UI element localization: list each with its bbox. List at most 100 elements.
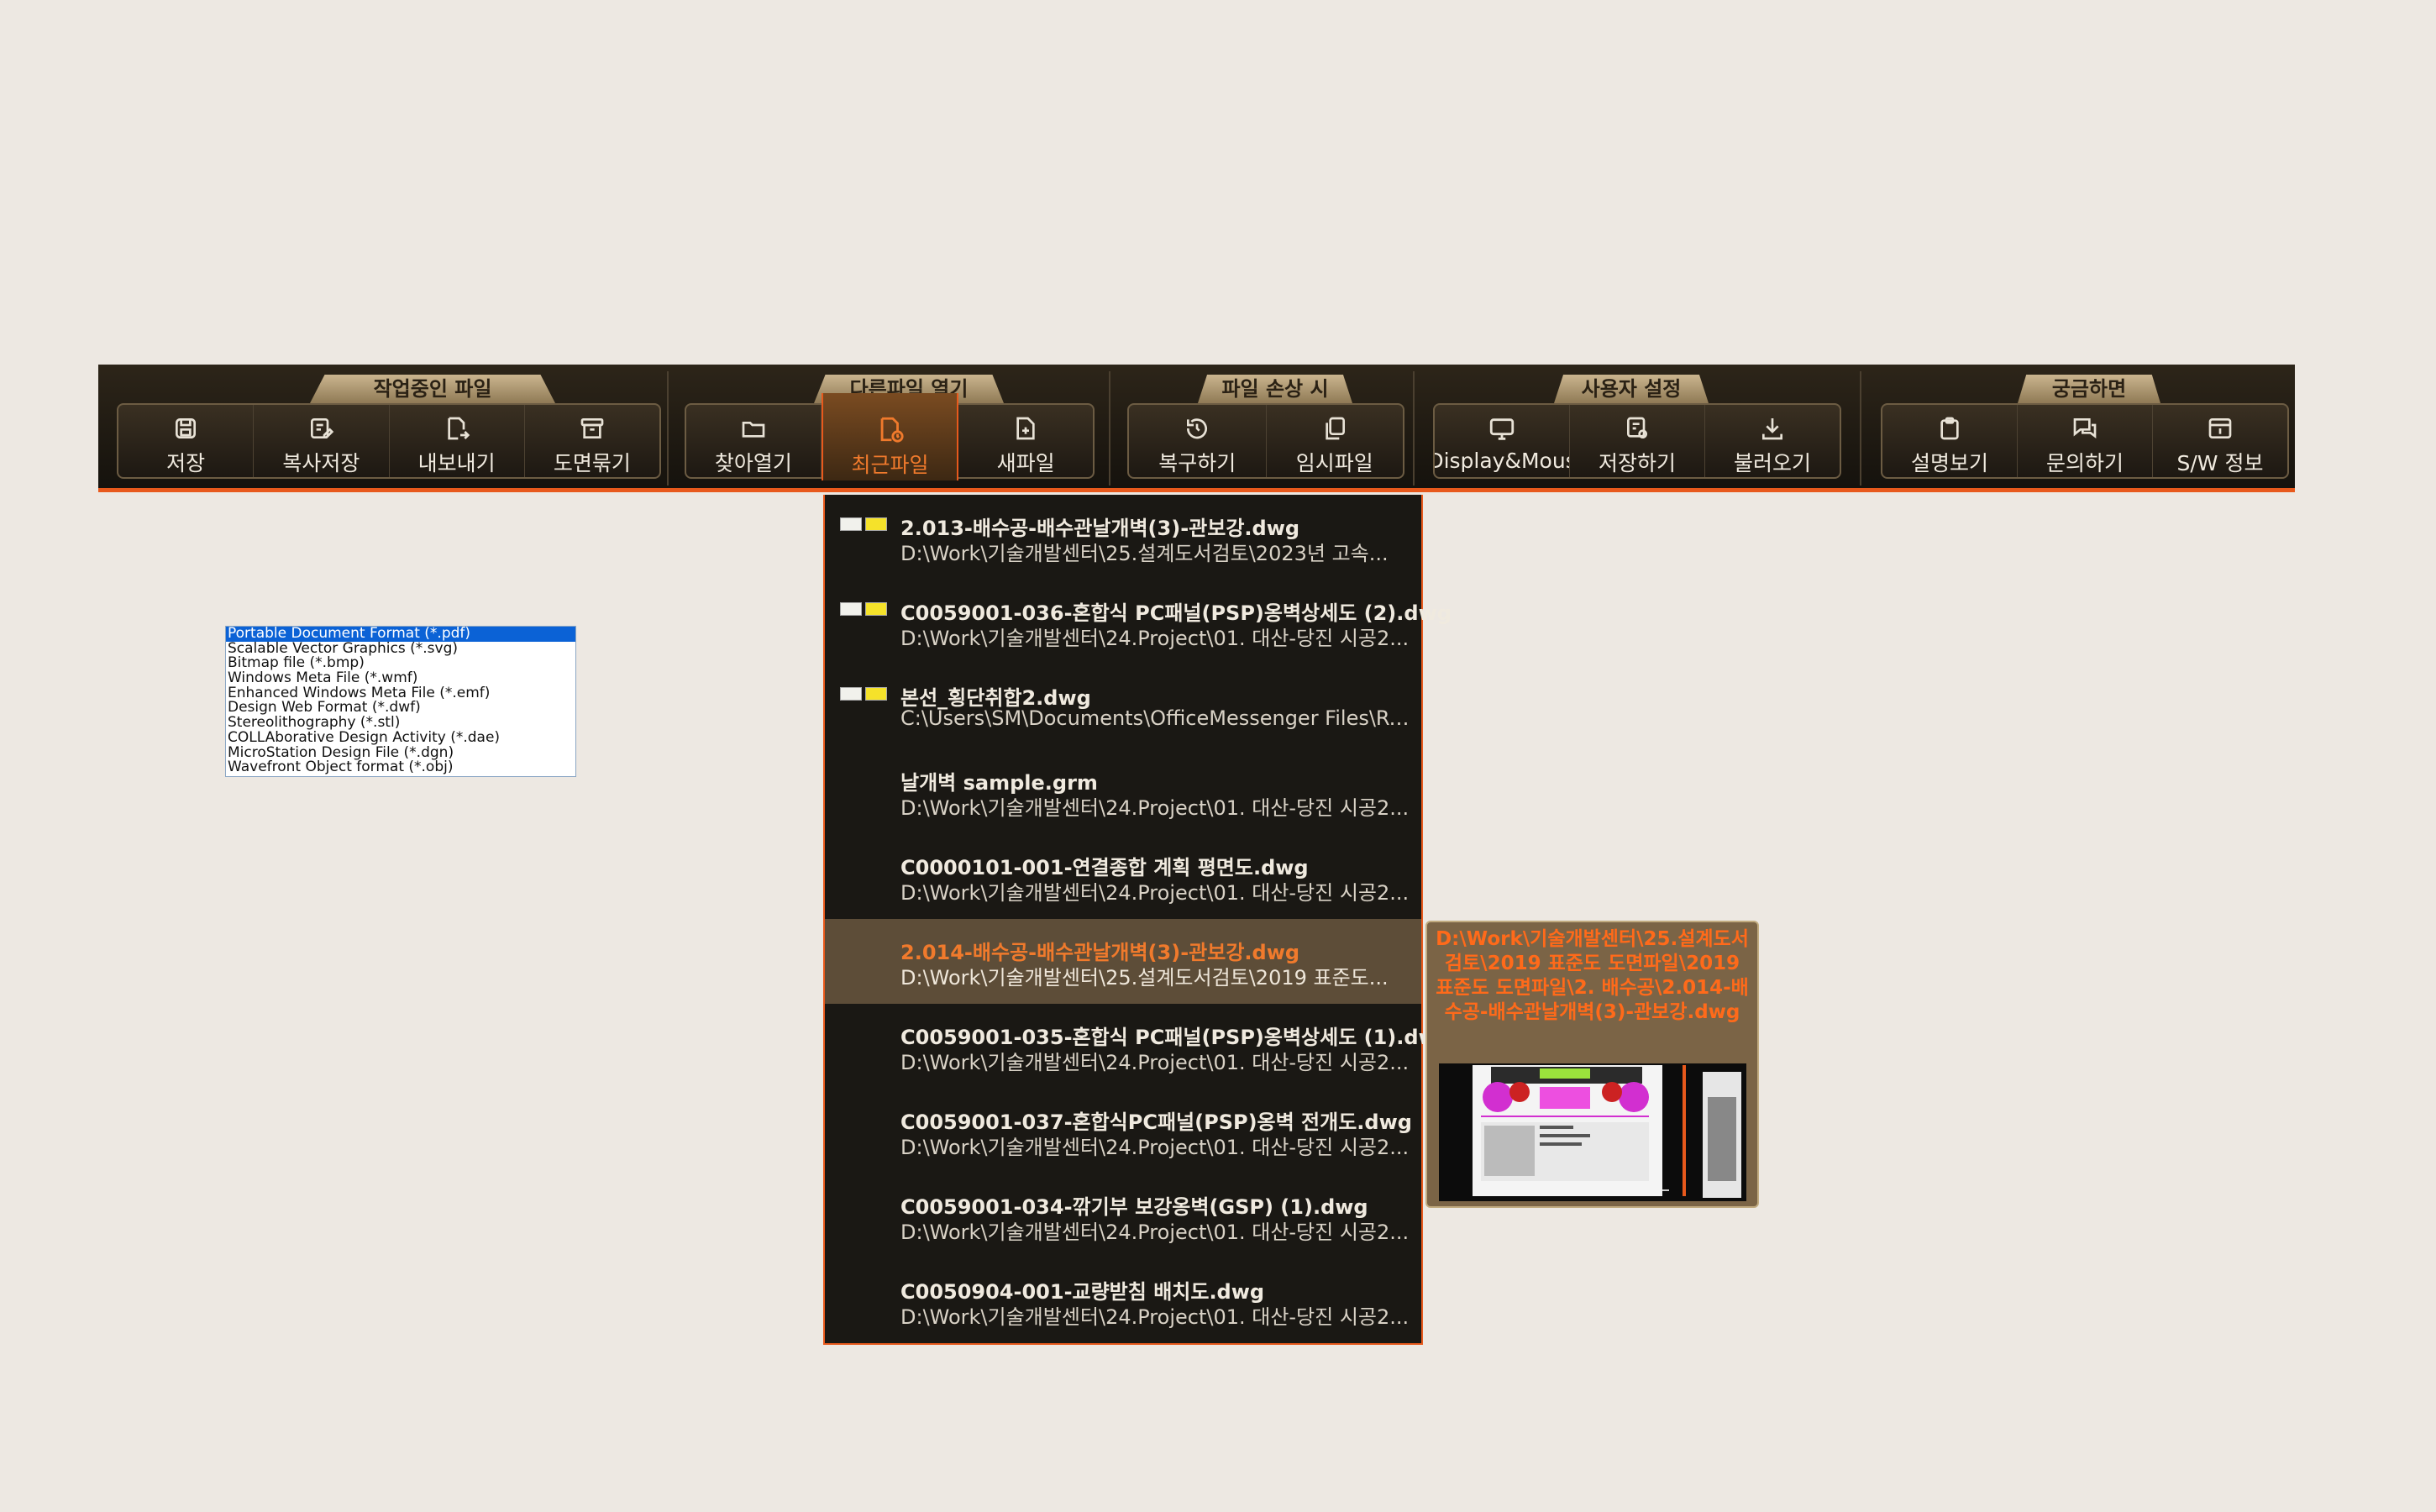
format-option[interactable]: Design Web Format (*.dwf) bbox=[226, 701, 575, 716]
recent-file-path: D:\Work\기술개발센터\24.Project\01. 대산-당진 시공2.… bbox=[900, 1136, 1410, 1159]
button-row: 설명보기 문의하기 S/W 정보 bbox=[1881, 403, 2289, 479]
download-icon bbox=[1762, 418, 1782, 440]
export-icon bbox=[447, 417, 470, 440]
recent-file-path: D:\Work\기술개발센터\24.Project\01. 대산-당진 시공2.… bbox=[900, 1305, 1410, 1329]
file-flags-icon bbox=[840, 602, 887, 616]
tooltip-file-path: D:\Work\기술개발센터\25.설계도서검토\2019 표준도 도면파일\2… bbox=[1436, 928, 1749, 1023]
recent-files-dropdown: 2.013-배수공-배수관날개벽(3)-관보강.dwg D:\Work\기술개발센… bbox=[823, 495, 1452, 1345]
archive-drawings-button[interactable]: 도면묶기 bbox=[525, 405, 659, 477]
export-format-listbox[interactable]: Portable Document Format (*.pdf) Scalable… bbox=[225, 626, 576, 777]
group-divider bbox=[667, 371, 669, 486]
display-mouse-button[interactable]: Display&Mous bbox=[1435, 405, 1570, 477]
button-label: 최근파일 bbox=[851, 453, 929, 477]
new-file-icon bbox=[1016, 417, 1035, 440]
button-row: 저장 복사저장 내보내기 도면묶기 bbox=[117, 403, 661, 479]
recent-file-item[interactable]: C0059001-037-혼합식PC패널(PSP)옹벽 전개도.dwg D:\Wo… bbox=[825, 1089, 1421, 1173]
browse-open-button[interactable]: 찾아열기 bbox=[686, 405, 822, 477]
group-divider bbox=[1109, 371, 1110, 486]
recent-file-icon bbox=[880, 417, 904, 443]
format-option[interactable]: COLLAborative Design Activity (*.dae) bbox=[226, 731, 575, 746]
group-title: 파일 손상 시 bbox=[1198, 375, 1352, 403]
group-divider bbox=[1413, 371, 1415, 486]
format-option[interactable]: Scalable Vector Graphics (*.svg) bbox=[226, 642, 575, 657]
button-row: 찾아열기 최근파일 새파일 bbox=[685, 393, 1095, 480]
recent-file-path: D:\Work\기술개발센터\24.Project\01. 대산-당진 시공2.… bbox=[900, 796, 1410, 820]
recent-file-item[interactable]: C0000101-001-연결종합 계획 평면도.dwg D:\Work\기술개발… bbox=[825, 834, 1421, 919]
chat-icon bbox=[2073, 418, 2097, 438]
button-label: 도면묶기 bbox=[553, 451, 631, 475]
button-label: 복구하기 bbox=[1158, 451, 1236, 475]
format-option[interactable]: Bitmap file (*.bmp) bbox=[226, 656, 575, 671]
recent-file-item[interactable]: C0059001-034-깎기부 보강옹벽(GSP) (1).dwg D:\Wor… bbox=[825, 1173, 1421, 1258]
recent-file-item[interactable]: 2.013-배수공-배수관날개벽(3)-관보강.dwg D:\Work\기술개발센… bbox=[825, 495, 1421, 580]
recent-file-item[interactable]: 2.014-배수공-배수관날개벽(3)-관보강.dwg D:\Work\기술개발센… bbox=[825, 919, 1421, 1004]
format-option[interactable]: Windows Meta File (*.wmf) bbox=[226, 671, 575, 686]
load-settings-button[interactable]: 불러오기 bbox=[1705, 405, 1840, 477]
inquiry-button[interactable]: 문의하기 bbox=[2018, 405, 2153, 477]
button-label: 새파일 bbox=[996, 451, 1055, 475]
view-manual-button[interactable]: 설명보기 bbox=[1882, 405, 2018, 477]
button-row: Display&Mous 저장하기 불러오기 bbox=[1433, 403, 1841, 479]
recent-file-path: D:\Work\기술개발센터\25.설계도서검토\2023년 고속... bbox=[900, 542, 1389, 565]
settings-save-icon bbox=[1627, 417, 1647, 438]
save-icon bbox=[176, 418, 197, 438]
format-option[interactable]: Stereolithography (*.stl) bbox=[226, 716, 575, 731]
save-copy-icon bbox=[311, 418, 334, 438]
recent-file-item[interactable]: C0050904-001-교량받침 배치도.dwg D:\Work\기술개발센터\… bbox=[825, 1258, 1421, 1343]
group-title: 작업중인 파일 bbox=[310, 375, 555, 403]
monitor-icon bbox=[1489, 418, 1515, 440]
recover-button[interactable]: 복구하기 bbox=[1129, 405, 1267, 477]
temp-file-icon bbox=[1326, 417, 1345, 440]
temp-file-button[interactable]: 임시파일 bbox=[1267, 405, 1404, 477]
save-settings-button[interactable]: 저장하기 bbox=[1570, 405, 1705, 477]
button-label: 저장하기 bbox=[1598, 451, 1676, 475]
recent-file-item[interactable]: C0059001-036-혼합식 PC패널(PSP)옹벽상세도 (2).dwg D… bbox=[825, 580, 1452, 664]
button-label: S/W 정보 bbox=[2176, 451, 2264, 475]
button-label: 내보내기 bbox=[417, 451, 496, 475]
info-window-icon bbox=[2208, 418, 2232, 438]
button-row: 복구하기 임시파일 bbox=[1127, 403, 1404, 479]
recent-files-button[interactable]: 최근파일 bbox=[821, 393, 959, 480]
recent-file-path: D:\Work\기술개발센터\24.Project\01. 대산-당진 시공2.… bbox=[900, 881, 1410, 905]
recent-file-path: D:\Work\기술개발센터\24.Project\01. 대산-당진 시공2.… bbox=[900, 1221, 1410, 1244]
restore-icon bbox=[1187, 418, 1208, 439]
recent-file-path: D:\Work\기술개발센터\24.Project\01. 대산-당진 시공2.… bbox=[900, 1051, 1410, 1074]
recent-file-item[interactable]: 본선_횡단취합2.dwg C:\Users\SM\Documents\Office… bbox=[825, 664, 1421, 749]
button-label: 찾아열기 bbox=[714, 451, 792, 475]
recent-file-item[interactable]: 날개벽 sample.grm D:\Work\기술개발센터\24.Project\… bbox=[825, 749, 1421, 834]
new-file-button[interactable]: 새파일 bbox=[958, 405, 1093, 477]
button-label: 복사저장 bbox=[282, 451, 360, 475]
group-divider bbox=[1860, 371, 1861, 486]
format-option[interactable]: Wavefront Object format (*.obj) bbox=[226, 760, 575, 775]
format-option[interactable]: Portable Document Format (*.pdf) bbox=[226, 627, 575, 642]
folder-open-icon bbox=[742, 422, 765, 438]
button-label: 불러오기 bbox=[1733, 451, 1811, 475]
button-label: 문의하기 bbox=[2045, 451, 2124, 475]
drawing-thumbnail bbox=[1439, 1063, 1746, 1201]
recent-file-item[interactable]: C0059001-035-혼합식 PC패널(PSP)옹벽상세도 (1).dwg D… bbox=[825, 1004, 1452, 1089]
format-option[interactable]: MicroStation Design File (*.dgn) bbox=[226, 746, 575, 761]
group-file-damaged: 파일 손상 시 복구하기 임시파일 bbox=[1119, 365, 1413, 488]
clipboard-icon bbox=[1940, 417, 1959, 440]
group-user-settings: 사용자 설정 Display&Mous 저장하기 불러오기 bbox=[1423, 365, 1860, 488]
sw-info-button[interactable]: S/W 정보 bbox=[2153, 405, 2287, 477]
button-label: Display&Mous bbox=[1435, 449, 1570, 473]
group-title: 궁금하면 bbox=[2018, 375, 2160, 403]
save-button[interactable]: 저장 bbox=[118, 405, 255, 477]
save-copy-button[interactable]: 복사저장 bbox=[254, 405, 390, 477]
format-option[interactable]: Enhanced Windows Meta File (*.emf) bbox=[226, 686, 575, 701]
button-label: 저장 bbox=[166, 451, 206, 475]
group-title: 사용자 설정 bbox=[1554, 375, 1709, 403]
export-button[interactable]: 내보내기 bbox=[390, 405, 525, 477]
archive-icon bbox=[580, 418, 604, 438]
recent-file-path: D:\Work\기술개발센터\24.Project\01. 대산-당진 시공2.… bbox=[900, 627, 1410, 650]
group-help: 궁금하면 설명보기 문의하기 S/W 정보 bbox=[1871, 365, 2295, 488]
file-flags-icon bbox=[840, 517, 887, 531]
ribbon-toolbar: 작업중인 파일 저장 복사저장 내보내기 도면묶기 다른파일 열기 찾아열기 최… bbox=[98, 365, 2295, 492]
group-current-file: 작업중인 파일 저장 복사저장 내보내기 도면묶기 bbox=[107, 365, 752, 488]
recent-file-path: C:\Users\SM\Documents\OfficeMessenger Fi… bbox=[900, 706, 1413, 730]
file-preview-tooltip: D:\Work\기술개발센터\25.설계도서검토\2019 표준도 도면파일\2… bbox=[1425, 921, 1759, 1208]
button-label: 설명보기 bbox=[1910, 451, 1988, 475]
recent-file-path: D:\Work\기술개발센터\25.설계도서검토\2019 표준도... bbox=[900, 966, 1389, 990]
file-flags-icon bbox=[840, 687, 887, 701]
